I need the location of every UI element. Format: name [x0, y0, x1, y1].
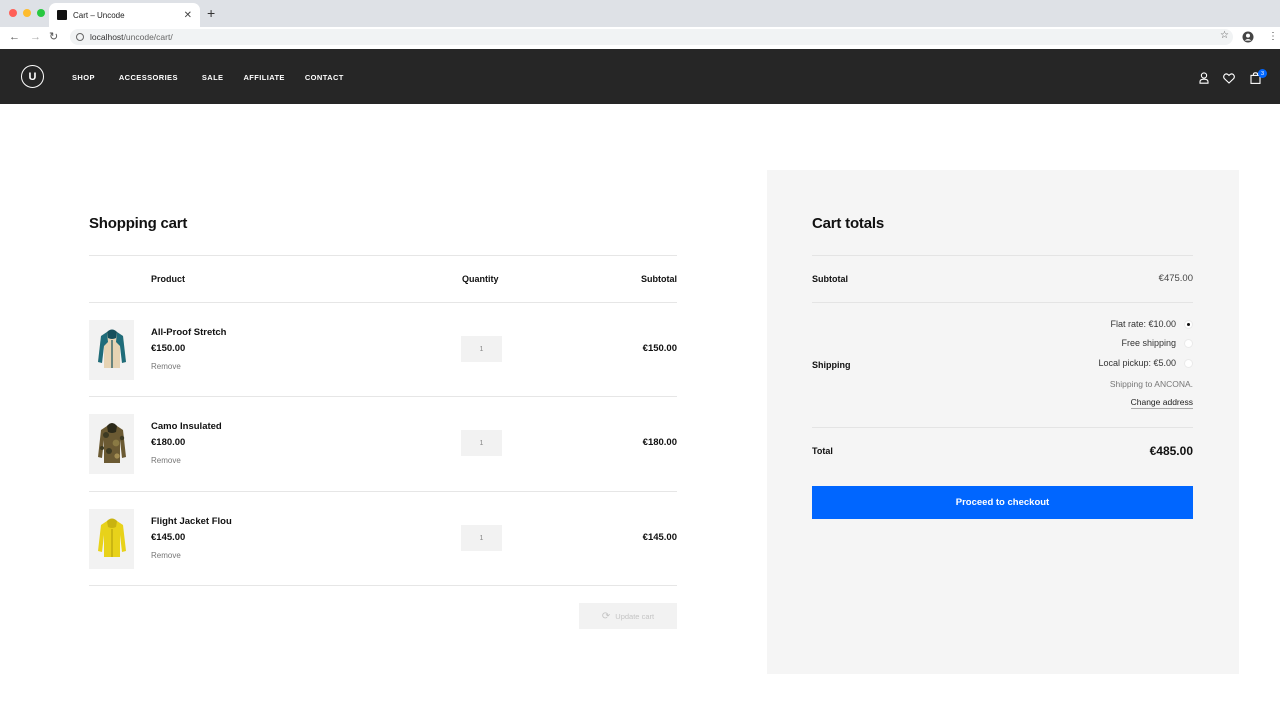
site-header: U SHOP ACCESSORIES SALE AFFILIATE CONTAC… — [0, 49, 1280, 104]
shipping-option-flat-rate[interactable]: Flat rate: €10.00 — [1110, 319, 1193, 329]
address-bar[interactable]: localhost/uncode/cart/ ☆ — [70, 29, 1233, 45]
shipping-label: Shipping — [812, 360, 851, 370]
product-name[interactable]: All-Proof Stretch — [151, 327, 226, 338]
column-header-product: Product — [151, 274, 186, 284]
site-logo[interactable]: U — [21, 65, 44, 88]
product-price: €150.00 — [151, 343, 186, 354]
cart-count-badge: 3 — [1258, 69, 1267, 78]
quantity-input[interactable] — [461, 525, 502, 551]
update-cart-label: Update cart — [615, 611, 655, 621]
remove-item-link[interactable]: Remove — [151, 551, 181, 560]
menu-item-contact[interactable]: CONTACT — [305, 73, 344, 82]
menu-item-sale[interactable]: SALE — [202, 73, 224, 82]
divider — [812, 427, 1193, 428]
divider — [812, 302, 1193, 303]
change-address-link[interactable]: Change address — [1130, 397, 1193, 409]
new-tab-button[interactable]: + — [207, 6, 215, 20]
menu-item-shop[interactable]: SHOP — [72, 73, 95, 82]
shipping-option-label: Flat rate: €10.00 — [1110, 319, 1176, 329]
divider — [89, 396, 677, 397]
main-menu: SHOP ACCESSORIES SALE AFFILIATE CONTACT — [72, 73, 344, 82]
proceed-to-checkout-button[interactable]: Proceed to checkout — [812, 486, 1193, 519]
bookmark-star-icon[interactable]: ☆ — [1220, 30, 1229, 41]
divider — [89, 255, 677, 256]
remove-item-link[interactable]: Remove — [151, 456, 181, 465]
product-price: €180.00 — [151, 437, 186, 448]
quantity-input[interactable] — [461, 336, 502, 362]
close-tab-icon[interactable]: ✕ — [184, 10, 192, 21]
maximize-window-button[interactable] — [37, 9, 45, 17]
forward-icon[interactable]: → — [30, 31, 41, 43]
wishlist-heart-icon[interactable] — [1223, 71, 1235, 89]
close-window-button[interactable] — [9, 9, 17, 17]
product-thumbnail[interactable] — [89, 414, 134, 474]
browser-menu-icon[interactable]: ⋮ — [1268, 31, 1278, 43]
menu-item-affiliate[interactable]: AFFILIATE — [243, 73, 284, 82]
remove-item-link[interactable]: Remove — [151, 362, 181, 371]
jacket-image — [97, 329, 126, 368]
shipping-option-local-pickup[interactable]: Local pickup: €5.00 — [1098, 358, 1193, 368]
shipping-radio[interactable] — [1184, 358, 1193, 368]
reload-icon[interactable]: ↻ — [49, 31, 58, 43]
browser-toolbar: ← → ↻ localhost/uncode/cart/ ☆ ⋮ — [0, 27, 1280, 47]
page-title: Shopping cart — [89, 215, 188, 232]
menu-item-accessories[interactable]: ACCESSORIES — [119, 73, 178, 82]
jacket-image — [97, 518, 126, 557]
site-info-icon[interactable] — [76, 33, 84, 41]
subtotal-value: €475.00 — [1158, 273, 1193, 284]
shipping-destination: Shipping to ANCONA. — [1109, 379, 1193, 389]
shipping-radio[interactable] — [1184, 338, 1193, 348]
back-icon[interactable]: ← — [9, 31, 20, 43]
line-subtotal: €150.00 — [642, 343, 677, 354]
product-name[interactable]: Camo Insulated — [151, 421, 222, 432]
url-path: /uncode/cart/ — [123, 32, 173, 42]
divider — [89, 491, 677, 492]
browser-tab[interactable]: Cart – Uncode ✕ — [49, 3, 200, 27]
divider — [89, 585, 677, 586]
product-thumbnail[interactable] — [89, 320, 134, 380]
shipping-radio[interactable] — [1184, 319, 1193, 329]
divider — [812, 255, 1193, 256]
quantity-input[interactable] — [461, 430, 502, 456]
update-cart-button[interactable]: ⟳ Update cart — [579, 603, 677, 629]
product-thumbnail[interactable] — [89, 509, 134, 569]
browser-tab-strip: Cart – Uncode ✕ + — [0, 0, 1280, 27]
line-subtotal: €180.00 — [642, 437, 677, 448]
product-price: €145.00 — [151, 532, 186, 543]
column-header-quantity: Quantity — [462, 274, 499, 284]
minimize-window-button[interactable] — [23, 9, 31, 17]
url-host: localhost — [90, 32, 124, 42]
account-icon[interactable] — [1199, 71, 1209, 89]
shipping-option-free[interactable]: Free shipping — [1121, 338, 1193, 348]
divider — [89, 302, 677, 303]
favicon-icon — [57, 10, 67, 20]
cart-totals-panel — [767, 170, 1239, 674]
total-value: €485.00 — [1149, 444, 1193, 458]
window-controls — [9, 9, 45, 17]
jacket-image — [97, 423, 126, 463]
shipping-option-label: Free shipping — [1121, 338, 1176, 348]
product-name[interactable]: Flight Jacket Flou — [151, 516, 232, 527]
tab-title: Cart – Uncode — [73, 10, 125, 20]
shipping-option-label: Local pickup: €5.00 — [1098, 358, 1176, 368]
total-label: Total — [812, 446, 833, 456]
cart-totals-title: Cart totals — [812, 215, 884, 232]
subtotal-label: Subtotal — [812, 274, 848, 284]
line-subtotal: €145.00 — [642, 532, 677, 543]
column-header-subtotal: Subtotal — [641, 274, 677, 284]
refresh-icon: ⟳ — [601, 610, 611, 622]
profile-icon[interactable] — [1242, 31, 1254, 47]
